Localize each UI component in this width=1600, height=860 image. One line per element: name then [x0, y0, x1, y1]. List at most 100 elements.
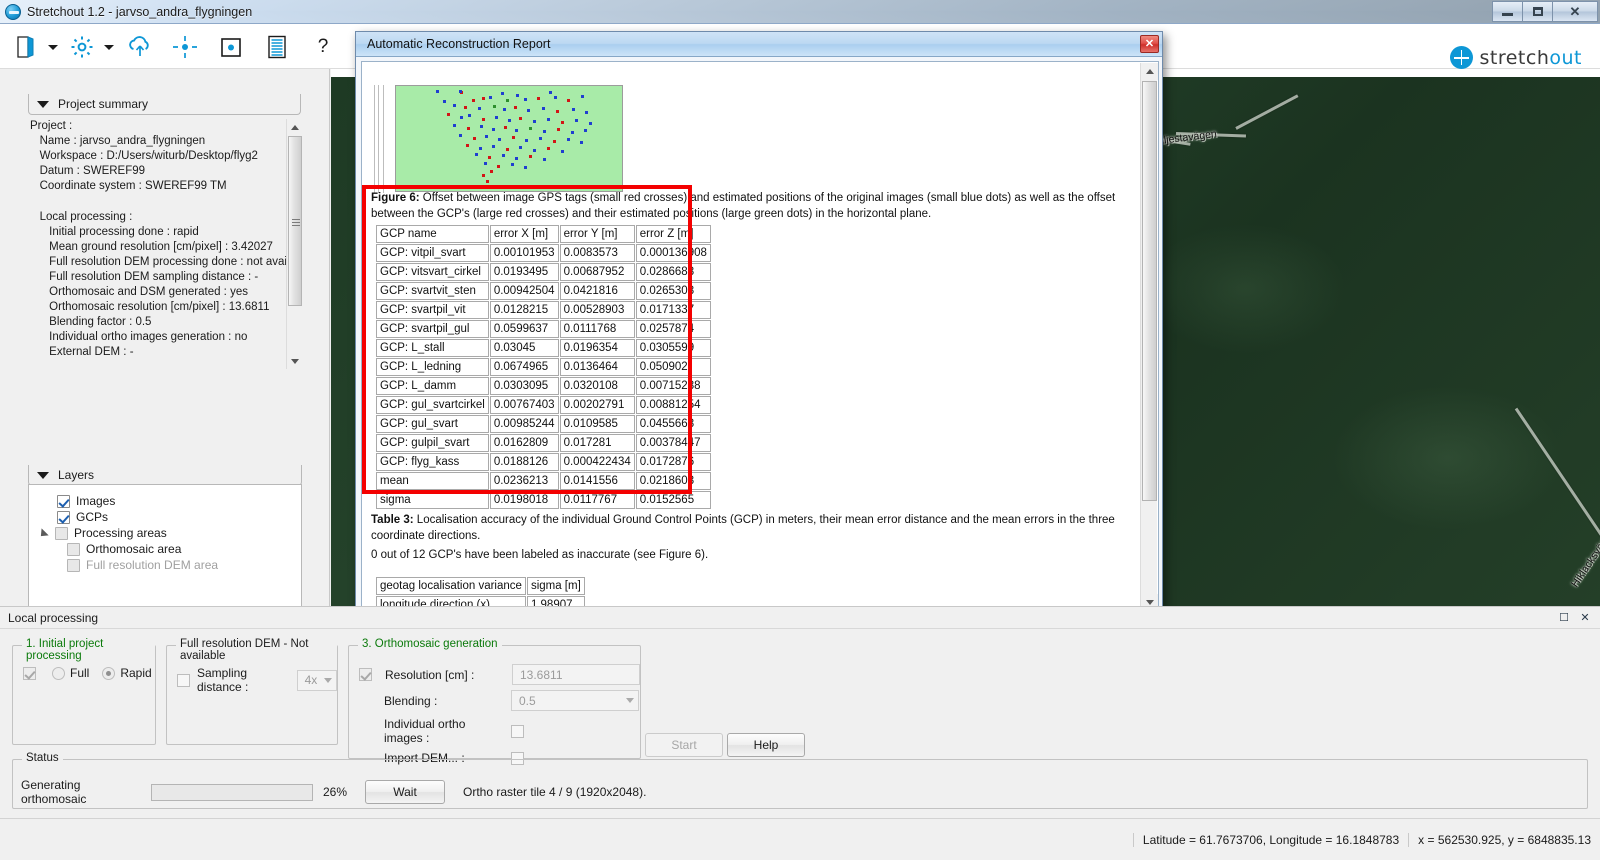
scrollbar-thumb[interactable]: [288, 136, 302, 306]
radio-rapid-label: Rapid: [120, 666, 152, 680]
dialog-title: Automatic Reconstruction Report: [367, 37, 551, 51]
project-summary-header[interactable]: Project summary: [28, 94, 301, 115]
gcp-crosshair-icon[interactable]: [170, 30, 200, 64]
table-cell: 0.0193495: [489, 263, 559, 281]
table-row: GCP: gul_svart 0.00985244 0.0109585 0.04556…: [376, 415, 711, 433]
table-cell: 0.0152565: [635, 491, 711, 509]
close-button[interactable]: ✕: [1552, 0, 1598, 22]
report-document-icon[interactable]: [263, 30, 291, 64]
table-cell: 0.0172876: [635, 453, 711, 471]
table-row: GCP: svartvit_sten 0.00942504 0.0421816 0.0…: [376, 282, 711, 300]
individual-ortho-images-checkbox[interactable]: [511, 724, 524, 738]
scroll-up-button[interactable]: [287, 119, 302, 135]
undock-icon[interactable]: ☐: [1558, 612, 1570, 624]
settings-gear-icon[interactable]: [68, 30, 96, 64]
table-header-cell: GCP name: [376, 225, 489, 243]
table-header-row: geotag localisation variance sigma [m]: [376, 576, 585, 595]
dialog-body: Figure 6: Offset between image GPS tags …: [361, 61, 1159, 613]
chevron-down-icon: [1145, 600, 1154, 605]
table-3-gcp-accuracy: GCP name error X [m] error Y [m] error Z [m…: [375, 224, 712, 510]
open-project-icon[interactable]: [10, 30, 40, 64]
chevron-down-icon: [291, 358, 299, 364]
radio-full-label: Full: [70, 666, 90, 680]
application-window: Stretchout 1.2 - jarvso_andra_flygningen…: [0, 0, 1600, 860]
table-row: GCP: flyg_kass 0.0188126 0.000422434 0.0172…: [376, 453, 711, 471]
table-cell: GCP: vitpil_svart: [376, 244, 489, 262]
window-titlebar: Stretchout 1.2 - jarvso_andra_flygningen…: [0, 0, 1600, 24]
table-cell: 0.0111768: [559, 320, 635, 338]
table-cell: 0.00942504: [489, 282, 559, 300]
group-legend: 1. Initial project processing: [22, 638, 155, 662]
layer-checkbox[interactable]: [67, 542, 80, 556]
table-cell: 0.0305599: [635, 339, 711, 357]
project-summary-title: Project summary: [58, 97, 149, 111]
layer-checkbox[interactable]: [57, 494, 70, 508]
blending-label: Blending :: [384, 693, 438, 708]
help-question-icon[interactable]: ?: [310, 30, 336, 64]
layer-checkbox[interactable]: [57, 510, 70, 524]
initial-processing-checkbox: [23, 666, 36, 680]
layer-item-orthomosaic-area[interactable]: Orthomosaic area: [29, 541, 301, 557]
table-cell: GCP: gul_svart: [376, 415, 489, 433]
local-processing-title: Local processing: [8, 610, 99, 625]
table-cell: GCP: flyg_kass: [376, 453, 489, 471]
expander-triangle-icon[interactable]: [37, 528, 49, 540]
automatic-reconstruction-report-dialog[interactable]: Automatic Reconstruction Report ✕ Figure…: [355, 31, 1163, 617]
layer-item-processing-areas[interactable]: Processing areas: [29, 525, 301, 541]
start-button: Start: [645, 733, 723, 757]
map-road-segment: [1235, 94, 1299, 130]
resolution-checkbox: [359, 668, 372, 681]
close-icon[interactable]: ✕: [1579, 612, 1591, 624]
scroll-down-button[interactable]: [287, 353, 302, 369]
table-cell: 0.0320108: [559, 377, 635, 395]
layer-checkbox: [67, 558, 80, 572]
project-summary-scrollbar[interactable]: [286, 119, 302, 369]
layer-label: Full resolution DEM area: [86, 558, 219, 572]
table-header-cell: error X [m]: [489, 225, 559, 243]
help-button[interactable]: Help: [727, 733, 805, 757]
dialog-close-button[interactable]: ✕: [1140, 35, 1159, 53]
table-3-caption-text: Localisation accuracy of the individual …: [371, 514, 1115, 542]
table-cell: 0.0117767: [559, 491, 635, 509]
table-cell: 0.0171337: [635, 301, 711, 319]
report-scroll-up-button[interactable]: [1141, 63, 1158, 80]
cloud-upload-icon[interactable]: [125, 30, 155, 64]
settings-dropdown-caret[interactable]: [101, 30, 117, 64]
layer-item-full-resolution-dem-area: Full resolution DEM area: [29, 557, 301, 573]
table-header-cell: error Z [m]: [635, 225, 711, 243]
table-cell: GCP: L_stall: [376, 339, 489, 357]
radio-full-input: [52, 666, 65, 680]
table-row: GCP: gul_svartcirkel 0.00767403 0.00202791…: [376, 396, 711, 414]
resolution-label: Resolution [cm] :: [385, 667, 475, 682]
table-cell: 0.0303095: [489, 377, 559, 395]
table-cell: sigma: [376, 491, 489, 509]
layers-header[interactable]: Layers: [28, 465, 302, 486]
resolution-input: 13.6811: [512, 664, 640, 685]
open-dropdown-caret[interactable]: [45, 30, 61, 64]
table-cell: 0.0421816: [559, 282, 635, 300]
triangle-down-icon: [37, 471, 49, 479]
layer-checkbox[interactable]: [55, 526, 68, 540]
report-scrollbar-thumb[interactable]: [1142, 81, 1157, 501]
table-cell: 0.00378447: [635, 434, 711, 452]
minimize-button[interactable]: [1492, 0, 1523, 22]
report-content[interactable]: Figure 6: Offset between image GPS tags …: [363, 63, 1142, 611]
table-row: GCP: vitpil_svart 0.00101953 0.0083573 0.00…: [376, 244, 711, 262]
point-select-icon[interactable]: [217, 30, 245, 64]
table-cell: 0.00985244: [489, 415, 559, 433]
table-header-row: GCP name error X [m] error Y [m] error Z [m…: [376, 225, 711, 243]
progress-bar: [151, 783, 313, 801]
table-cell: 0.00202791: [559, 396, 635, 414]
maximize-button[interactable]: [1522, 0, 1553, 22]
wait-button[interactable]: Wait: [365, 780, 445, 804]
group-orthomosaic-generation: 3. Orthomosaic generation Resolution [cm…: [348, 638, 641, 765]
table-cell: 0.0188126: [489, 453, 559, 471]
report-text-block: Figure 6: Offset between image GPS tags …: [371, 191, 1141, 611]
blending-value: 0.5: [519, 693, 536, 708]
table-cell: 0.00767403: [489, 396, 559, 414]
layer-item-gcps[interactable]: GCPs: [29, 509, 301, 525]
dialog-titlebar[interactable]: Automatic Reconstruction Report ✕: [356, 32, 1162, 57]
project-summary-text: Project : Name : jarvso_andra_flygningen…: [30, 120, 302, 359]
layer-item-images[interactable]: Images: [29, 493, 301, 509]
report-scrollbar[interactable]: [1140, 63, 1158, 611]
